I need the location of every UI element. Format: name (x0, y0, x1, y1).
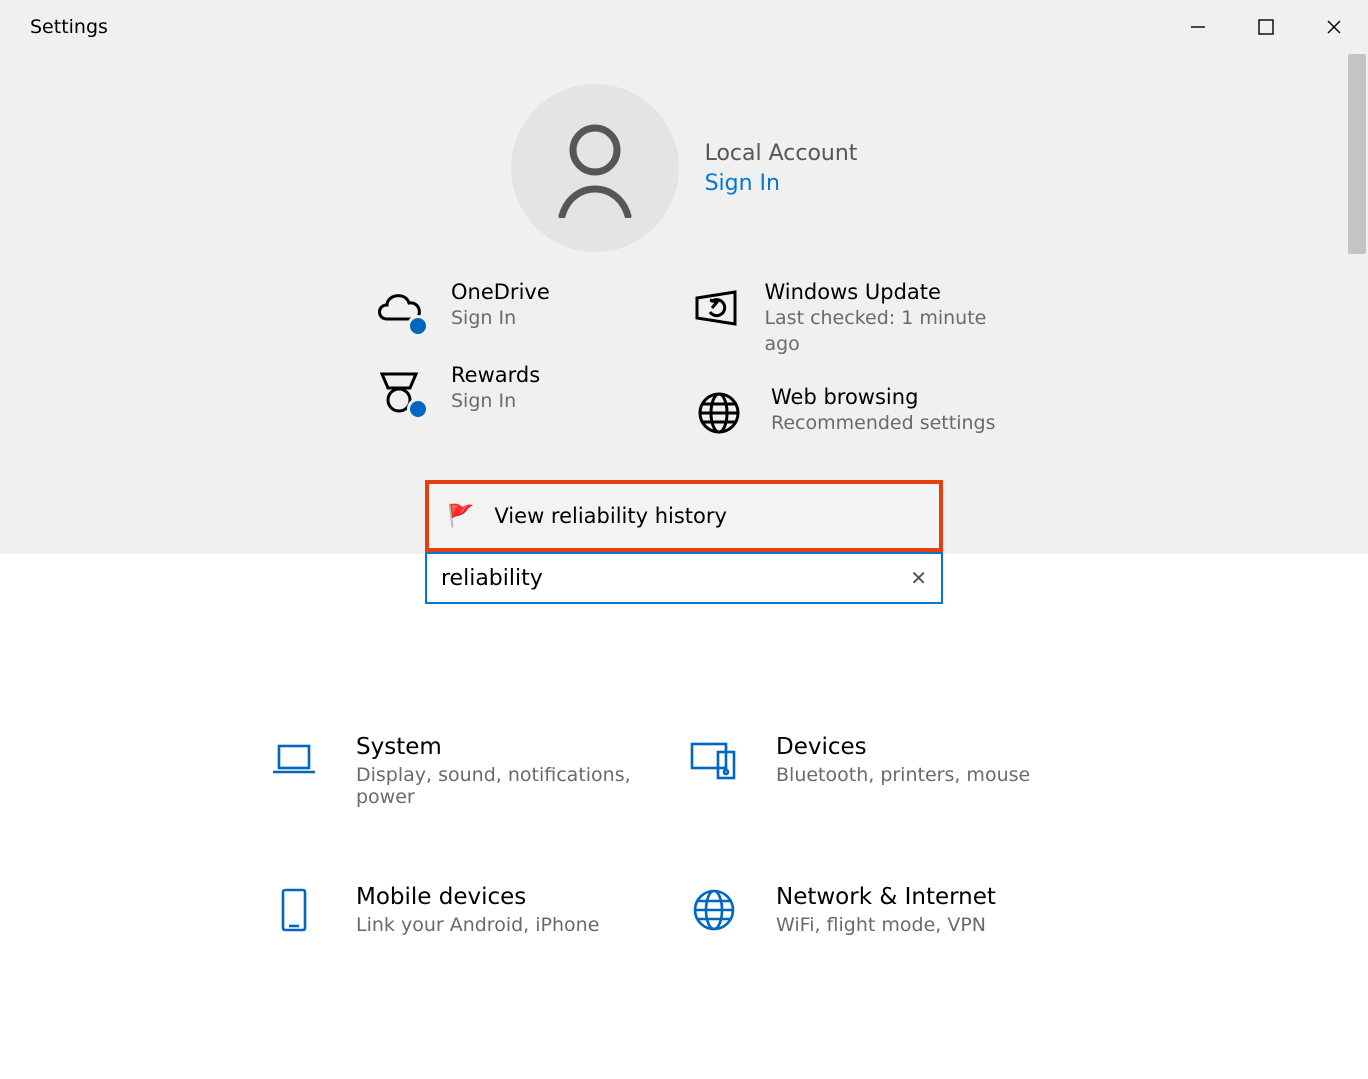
search-box[interactable]: ✕ (425, 552, 943, 604)
tile-onedrive[interactable]: OneDrive Sign In (369, 280, 679, 335)
category-system[interactable]: System Display, sound, notifications, po… (264, 734, 684, 808)
tile-rewards[interactable]: Rewards Sign In (369, 363, 679, 418)
cloud-icon (369, 280, 429, 335)
avatar (511, 84, 679, 252)
category-network[interactable]: Network & Internet WiFi, flight mode, VP… (684, 884, 1104, 936)
category-sub: Link your Android, iPhone (356, 914, 599, 936)
titlebar: Settings (0, 0, 1368, 54)
header-panel: Local Account Sign In OneDrive Sign In (0, 54, 1368, 554)
category-sub: Display, sound, notifications, power (356, 764, 656, 808)
category-title: System (356, 734, 656, 760)
category-mobile[interactable]: Mobile devices Link your Android, iPhone (264, 884, 684, 936)
category-sub: WiFi, flight mode, VPN (776, 914, 996, 936)
status-dot-icon (407, 398, 429, 420)
tile-sub: Recommended settings (771, 411, 995, 437)
phone-icon (264, 884, 324, 936)
tile-sub: Sign In (451, 389, 540, 415)
globe-icon (684, 884, 744, 936)
sign-in-link[interactable]: Sign In (705, 171, 858, 196)
category-title: Devices (776, 734, 1030, 760)
account-row: Local Account Sign In (0, 84, 1368, 252)
search-wrap: 🚩 View reliability history ✕ (425, 480, 943, 604)
search-suggestion[interactable]: 🚩 View reliability history (425, 480, 943, 552)
devices-icon (684, 734, 744, 786)
account-text: Local Account Sign In (705, 141, 858, 196)
maximize-button[interactable] (1232, 0, 1300, 54)
category-title: Mobile devices (356, 884, 599, 910)
suggestion-text: View reliability history (494, 504, 727, 528)
mini-tiles: OneDrive Sign In Rewards Sign In (0, 280, 1368, 440)
category-devices[interactable]: Devices Bluetooth, printers, mouse (684, 734, 1104, 808)
clear-search-icon[interactable]: ✕ (910, 566, 927, 590)
window-controls (1164, 0, 1368, 54)
tile-title: Windows Update (764, 280, 999, 304)
tile-sub: Sign In (451, 306, 550, 332)
flag-icon: 🚩 (447, 504, 474, 529)
close-button[interactable] (1300, 0, 1368, 54)
category-sub: Bluetooth, printers, mouse (776, 764, 1030, 786)
window-title: Settings (30, 16, 108, 38)
medal-icon (369, 363, 429, 418)
tile-title: Web browsing (771, 385, 995, 409)
tile-title: OneDrive (451, 280, 550, 304)
categories-panel: System Display, sound, notifications, po… (0, 554, 1368, 936)
globe-icon (689, 385, 749, 440)
minimize-button[interactable] (1164, 0, 1232, 54)
update-icon (689, 280, 742, 335)
status-dot-icon (407, 315, 429, 337)
tile-sub: Last checked: 1 minute ago (764, 306, 999, 357)
tile-windows-update[interactable]: Windows Update Last checked: 1 minute ag… (689, 280, 999, 357)
tile-title: Rewards (451, 363, 540, 387)
laptop-icon (264, 734, 324, 786)
scrollbar[interactable] (1348, 54, 1366, 254)
tile-web-browsing[interactable]: Web browsing Recommended settings (689, 385, 999, 440)
category-title: Network & Internet (776, 884, 996, 910)
search-input[interactable] (441, 566, 910, 591)
account-label: Local Account (705, 141, 858, 166)
